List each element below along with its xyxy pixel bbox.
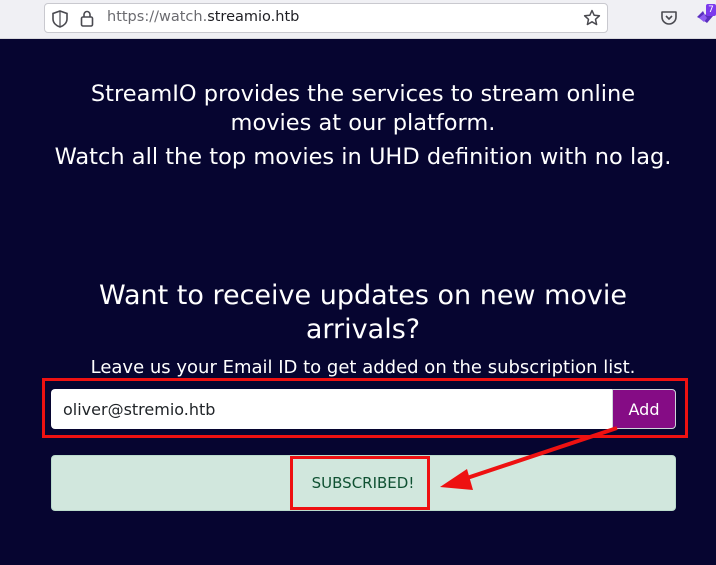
annotation-highlight-message [290, 456, 430, 510]
subscribe-subtext: Leave us your Email ID to get added on t… [90, 357, 636, 378]
subscribe-heading: Want to receive updates on new movie arr… [98, 280, 628, 345]
extension-icon[interactable]: 7 [695, 4, 716, 31]
intro-line-1: StreamIO provides the services to stream… [90, 81, 636, 136]
url-text[interactable]: https://watch.streamio.htb [107, 9, 299, 25]
annotation-highlight-form [42, 378, 688, 438]
pocket-icon[interactable] [660, 9, 678, 31]
extension-badge: 7 [706, 4, 716, 16]
shield-icon[interactable] [52, 10, 68, 32]
intro-section: StreamIO provides the services to stream… [0, 80, 716, 172]
bookmark-star-icon[interactable] [583, 9, 601, 31]
lock-icon[interactable] [80, 9, 94, 31]
intro-line-2: Watch all the top movies in UHD definiti… [54, 144, 672, 170]
url-domain: streamio.htb [207, 9, 300, 25]
address-bar[interactable]: https://watch.streamio.htb [44, 3, 608, 33]
browser-toolbar: https://watch.streamio.htb 7 [0, 0, 716, 39]
